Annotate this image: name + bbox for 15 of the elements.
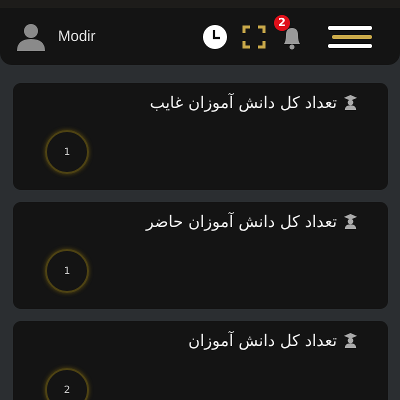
menu-icon[interactable]	[328, 24, 372, 48]
count-value: 1	[64, 146, 70, 158]
clock-icon[interactable]	[202, 24, 228, 50]
count-value: 2	[64, 384, 70, 396]
user-name: Modir	[58, 28, 96, 45]
student-icon	[343, 95, 358, 110]
fullscreen-icon[interactable]	[242, 24, 266, 48]
card-title: تعداد کل دانش آموزان غایب	[150, 93, 337, 112]
card-title: تعداد کل دانش آموزان	[188, 331, 337, 350]
card-title: تعداد کل دانش آموزان حاضر	[146, 212, 337, 231]
notification-badge: 2	[274, 14, 290, 30]
student-icon	[343, 333, 358, 348]
student-icon	[343, 214, 358, 229]
count-value: 1	[64, 266, 70, 276]
user-icon[interactable]	[15, 22, 47, 50]
